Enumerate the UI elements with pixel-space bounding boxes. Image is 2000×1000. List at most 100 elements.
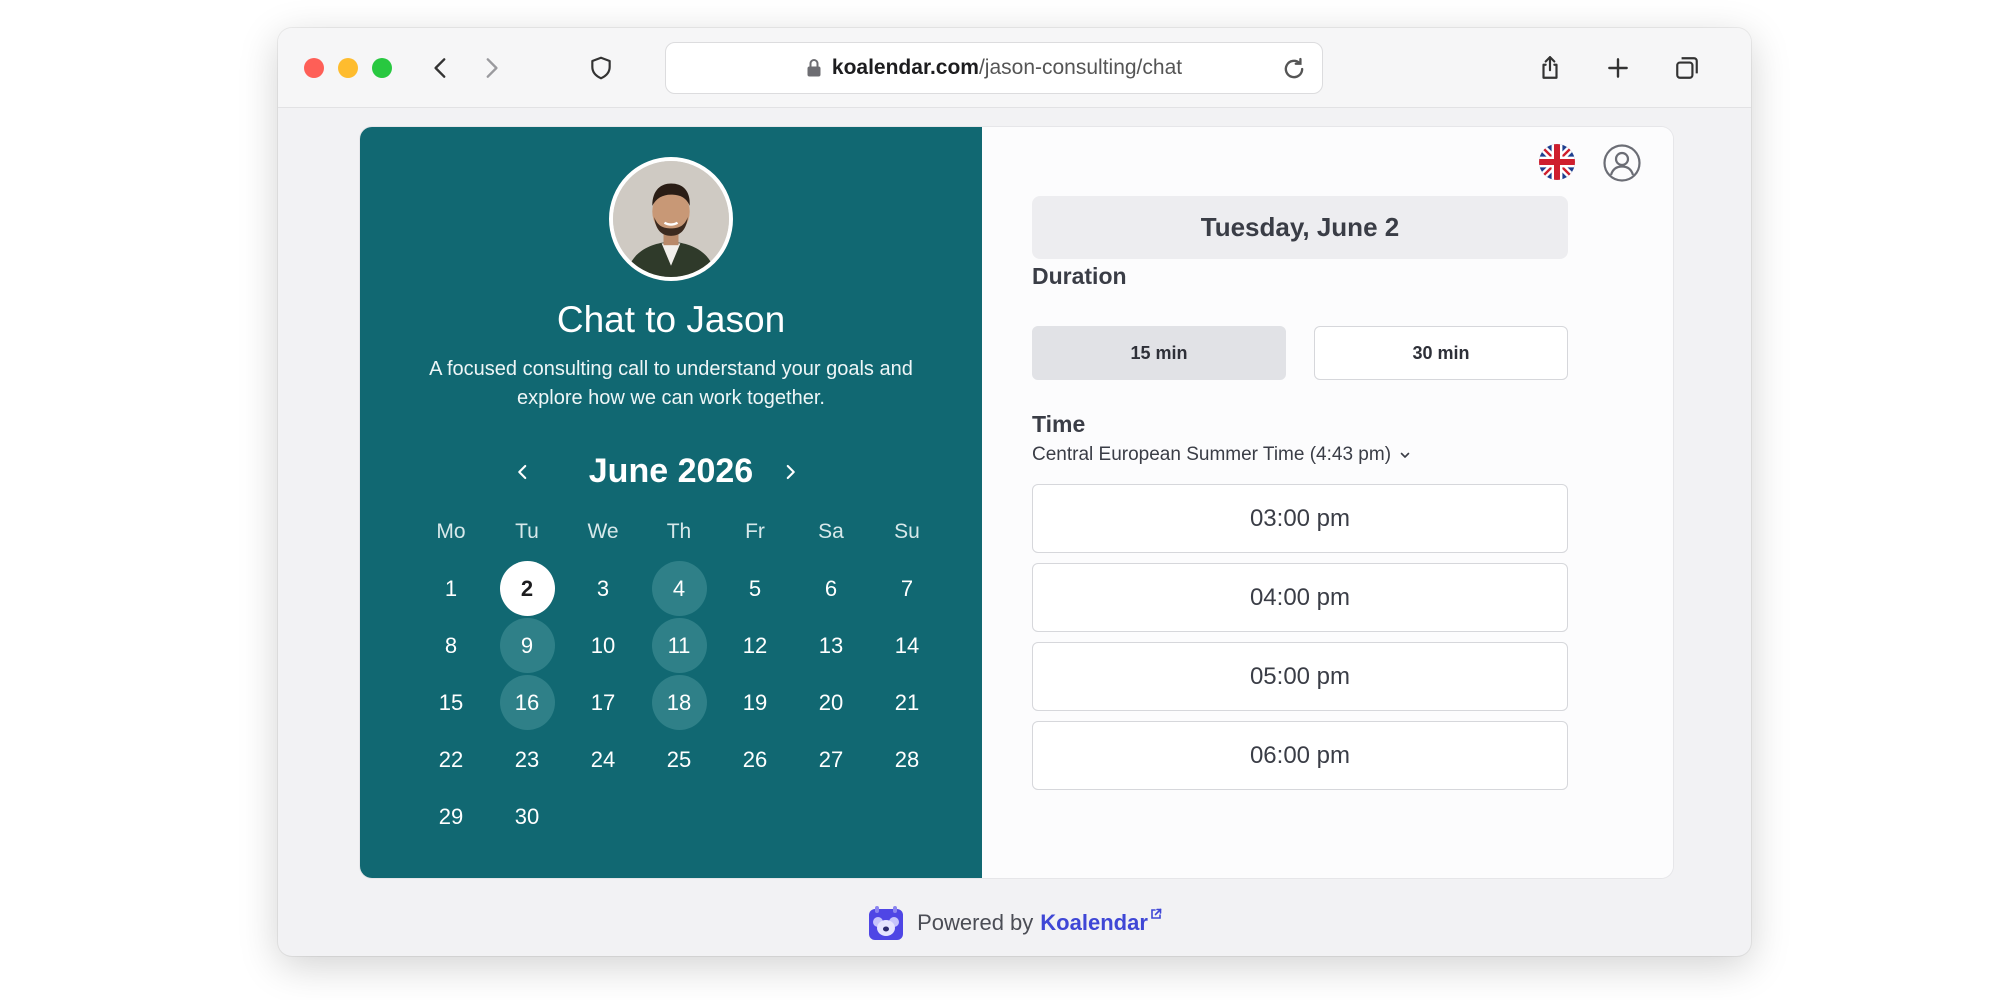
calendar-day: 17 — [565, 674, 641, 731]
chevron-right-icon[interactable] — [775, 457, 805, 487]
powered-by-footer: Powered by Koalendar — [278, 898, 1751, 948]
share-icon[interactable] — [1532, 50, 1568, 86]
calendar-day: 3 — [565, 560, 641, 617]
calendar-day: 20 — [793, 674, 869, 731]
calendar-day: 6 — [793, 560, 869, 617]
calendar-day-number: 10 — [590, 632, 616, 658]
calendar-day-number: 29 — [438, 803, 464, 829]
calendar-day-number: 5 — [748, 575, 762, 601]
calendar-day: 21 — [869, 674, 945, 731]
event-title: Chat to Jason — [556, 299, 786, 340]
calendar-day-number: 1 — [444, 575, 458, 601]
chevron-down-icon — [1400, 452, 1410, 458]
booking-card: Chat to Jason A focused consulting call … — [360, 127, 1673, 878]
forward-icon[interactable] — [473, 50, 509, 86]
time-slot-button[interactable]: 05:00 pm — [1032, 642, 1568, 711]
calendar-day-number: 27 — [818, 746, 844, 772]
shield-icon[interactable] — [583, 50, 619, 86]
powered-by-text: Powered by — [917, 910, 1034, 935]
minimize-window-button[interactable] — [338, 58, 358, 78]
weekday-label: Fr — [745, 520, 765, 543]
weekday-label: Su — [894, 520, 920, 543]
reload-icon[interactable] — [1280, 55, 1308, 83]
month-navigation: June 2026 — [360, 447, 982, 497]
weekday-label: We — [587, 520, 619, 543]
calendar-day-available[interactable]: 16 — [489, 674, 565, 731]
calendar-day-number: 8 — [444, 632, 458, 658]
url-path: /jason-consulting/chat — [978, 56, 1183, 79]
calendar-day: 19 — [717, 674, 793, 731]
close-window-button[interactable] — [304, 58, 324, 78]
calendar-day-number: 13 — [818, 632, 844, 658]
koalendar-link[interactable]: Koalendar — [1040, 910, 1148, 936]
event-panel: Chat to Jason A focused consulting call … — [360, 127, 982, 878]
calendar-day: 10 — [565, 617, 641, 674]
back-icon[interactable] — [423, 50, 459, 86]
calendar-day-number: 7 — [900, 575, 914, 601]
calendar-day-number: 16 — [499, 675, 555, 730]
time-slot-button[interactable]: 03:00 pm — [1032, 484, 1568, 553]
browser-toolbar: koalendar.com/jason-consulting/chat — [278, 28, 1751, 108]
calendar-day-number: 21 — [894, 689, 920, 715]
month-label: June 2026 — [588, 452, 754, 490]
calendar-day-available[interactable]: 11 — [641, 617, 717, 674]
tabs-icon[interactable] — [1669, 50, 1705, 86]
calendar-day: 15 — [413, 674, 489, 731]
koalendar-logo-icon — [869, 906, 904, 940]
calendar-day-number: 25 — [666, 746, 692, 772]
calendar-day-number: 14 — [894, 632, 920, 658]
weekday-label: Sa — [818, 520, 844, 543]
user-profile-icon[interactable] — [1602, 143, 1642, 183]
calendar-day-number: 30 — [514, 803, 540, 829]
calendar-day-number: 20 — [818, 689, 844, 715]
weekday-label: Mo — [436, 520, 466, 543]
calendar-day: 7 — [869, 560, 945, 617]
calendar-day-number: 9 — [499, 618, 555, 673]
calendar-day-number: 2 — [499, 561, 555, 616]
calendar-day: 29 — [413, 788, 489, 845]
event-description: A focused consulting call to understand … — [429, 358, 913, 409]
calendar-day-number: 28 — [894, 746, 920, 772]
timezone-selector[interactable]: Central European Summer Time (4:43 pm) — [1032, 444, 1411, 466]
host-avatar — [609, 157, 733, 281]
weekday-label: Tu — [515, 520, 539, 543]
time-slot-button[interactable]: 06:00 pm — [1032, 721, 1568, 790]
address-bar[interactable]: koalendar.com/jason-consulting/chat — [665, 42, 1323, 94]
calendar-day: 28 — [869, 731, 945, 788]
duration-15-button[interactable]: 15 min — [1032, 326, 1286, 380]
calendar-day: 23 — [489, 731, 565, 788]
timezone-label: Central European Summer Time (4:43 pm) — [1032, 444, 1392, 465]
new-tab-icon[interactable] — [1600, 50, 1636, 86]
calendar-day-selected[interactable]: 2 — [489, 560, 565, 617]
external-link-icon — [1151, 908, 1162, 919]
calendar-day-number: 17 — [590, 689, 616, 715]
weekday-label: Th — [666, 520, 692, 543]
uk-flag-icon[interactable] — [1539, 144, 1575, 180]
calendar-day-number: 3 — [596, 575, 610, 601]
zoom-window-button[interactable] — [372, 58, 392, 78]
calendar-day-number: 4 — [651, 561, 707, 616]
calendar-day: 1 — [413, 560, 489, 617]
time-slot-button[interactable]: 04:00 pm — [1032, 563, 1568, 632]
calendar-day: 24 — [565, 731, 641, 788]
calendar-day-number: 22 — [438, 746, 464, 772]
url-domain: koalendar.com — [831, 56, 979, 79]
calendar-day: 14 — [869, 617, 945, 674]
booking-panel: Tuesday, June 2 Duration 15 min 30 min T… — [982, 127, 1673, 878]
lock-icon — [807, 59, 821, 77]
duration-30-button[interactable]: 30 min — [1314, 326, 1568, 380]
calendar-day: 30 — [489, 788, 565, 845]
calendar-day-number: 12 — [742, 632, 768, 658]
calendar-day-available[interactable]: 4 — [641, 560, 717, 617]
calendar-grid: Mo Tu We Th Fr Sa Su 1 2 3 4 5 6 7 8 9 10 11 12 13 14 15 16 17… — [413, 512, 943, 845]
calendar-day-available[interactable]: 9 — [489, 617, 565, 674]
calendar-day: 26 — [717, 731, 793, 788]
calendar-day: 22 — [413, 731, 489, 788]
calendar-day-number: 19 — [742, 689, 768, 715]
calendar-day-number: 15 — [438, 689, 464, 715]
calendar-days: 1 2 3 4 5 6 7 8 9 10 11 12 13 14 15 16 17 18 19 20 21 22 23 24 2… — [413, 560, 943, 845]
calendar-day-available[interactable]: 18 — [641, 674, 717, 731]
chevron-left-icon[interactable] — [508, 457, 538, 487]
calendar-day-number: 11 — [651, 618, 707, 673]
selected-date-heading: Tuesday, June 2 — [1032, 196, 1568, 259]
